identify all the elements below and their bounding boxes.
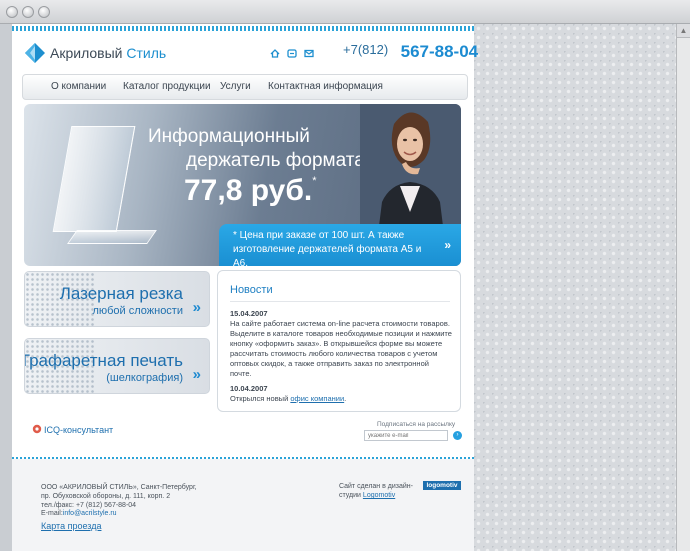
main-nav: О компании Каталог продукции Услуги Конт… <box>22 74 468 100</box>
nav-item-about[interactable]: О компании <box>51 81 106 92</box>
news-text-after: . <box>344 394 347 403</box>
logo-name-part1: Акриловый <box>50 45 123 61</box>
site-footer: ООО «АКРИЛОВЫЙ СТИЛЬ», Санкт-Петербург, … <box>12 459 474 551</box>
icq-flower-icon[interactable] <box>32 424 42 434</box>
promo-print-arrows-icon[interactable]: » <box>193 366 201 383</box>
banner-price-mark: * <box>312 175 317 187</box>
mail-icon[interactable] <box>304 49 314 58</box>
scroll-up-icon[interactable]: ▲ <box>676 24 690 38</box>
subscribe-submit-button[interactable]: › <box>453 431 462 440</box>
acrylic-holder-image <box>52 126 136 232</box>
woman-photo <box>360 104 461 234</box>
vertical-scrollbar[interactable] <box>676 24 690 551</box>
logomotiv-logo[interactable]: logomotiv <box>423 481 461 490</box>
news-date: 15.04.2007 <box>230 309 268 318</box>
home-icon[interactable] <box>270 49 280 58</box>
footer-email-label: E-mail: <box>41 510 63 517</box>
subscribe-email-input[interactable] <box>364 430 448 441</box>
icq-consultant-link[interactable]: ICQ-консультант <box>44 425 113 435</box>
page-background <box>474 24 676 551</box>
nav-item-services[interactable]: Услуги <box>220 81 251 92</box>
nav-item-catalog[interactable]: Каталог продукции <box>123 81 211 92</box>
footer-address: ООО «АКРИЛОВЫЙ СТИЛЬ», Санкт-Петербург, … <box>41 484 197 509</box>
footer-studio-link[interactable]: Logomotiv <box>363 492 395 499</box>
footer-credits-line1: Сайт сделан в дизайн- <box>339 483 413 490</box>
logo-text[interactable]: Акриловый Стиль <box>50 45 166 61</box>
footer-credits: Сайт сделан в дизайн- студии Logomotiv <box>339 482 413 500</box>
news-text-before: Открылся новый <box>230 394 291 403</box>
footer-map-link[interactable]: Карта проезда <box>41 521 101 531</box>
browser-titlebar <box>0 0 690 24</box>
banner-line1: Информационный <box>148 126 310 147</box>
banner-price: 77,8 руб.* <box>184 174 316 208</box>
banner-price-value: 77,8 руб. <box>184 174 313 207</box>
banner-note-text: * Цена при заказе от 100 шт. А также изг… <box>233 230 422 266</box>
news-text: Открылся новый офис компании. <box>230 394 452 404</box>
promo-banner[interactable]: Информационный держатель формата А4 77,8… <box>24 104 461 266</box>
banner-arrows-icon[interactable]: » <box>444 238 451 252</box>
top-stripe <box>12 26 474 31</box>
promo-print-subtitle: (шелкография) <box>106 372 183 384</box>
logo-icon[interactable] <box>24 42 46 64</box>
site-page: Акриловый Стиль +7(812) 567-88-04 О комп… <box>12 24 478 551</box>
footer-email-link[interactable]: info@acrilstyle.ru <box>63 510 117 517</box>
acrylic-holder-base-image <box>67 230 157 244</box>
promo-laser-title: Лазерная резка <box>59 284 183 303</box>
footer-email: E-mail:info@acrilstyle.ru <box>41 510 117 517</box>
window-zoom-button[interactable] <box>38 6 50 18</box>
header-phone: +7(812) 567-88-04 <box>343 42 478 62</box>
news-text: На сайте работает система on-line расчет… <box>230 319 452 378</box>
promo-laser-cutting[interactable]: Лазерная резка любой сложности » <box>24 271 210 327</box>
news-title: Новости <box>230 284 273 296</box>
news-panel: Новости 15.04.2007 На сайте работает сис… <box>217 270 461 412</box>
promo-screen-printing[interactable]: Трафаретная печать (шелкография) » <box>24 338 210 394</box>
logo-name-part2: Стиль <box>126 45 167 61</box>
phone-number: 567-88-04 <box>400 42 479 61</box>
news-office-link[interactable]: офис компании <box>290 394 344 403</box>
promo-laser-subtitle: любой сложности <box>92 305 183 317</box>
promo-print-title: Трафаретная печать <box>24 351 183 370</box>
news-date: 10.04.2007 <box>230 384 268 393</box>
promo-laser-arrows-icon[interactable]: » <box>193 299 201 316</box>
window-minimize-button[interactable] <box>22 6 34 18</box>
subscribe-label: Подписаться на рассылку <box>377 421 456 428</box>
news-divider <box>230 301 450 302</box>
banner-price-note: * Цена при заказе от 100 шт. А также изг… <box>219 224 461 266</box>
footer-credits-line2: студии <box>339 492 361 499</box>
window-close-button[interactable] <box>6 6 18 18</box>
nav-item-contacts[interactable]: Контактная информация <box>268 81 383 92</box>
phone-code: +7(812) <box>343 42 389 57</box>
sitemap-icon[interactable] <box>287 49 297 58</box>
